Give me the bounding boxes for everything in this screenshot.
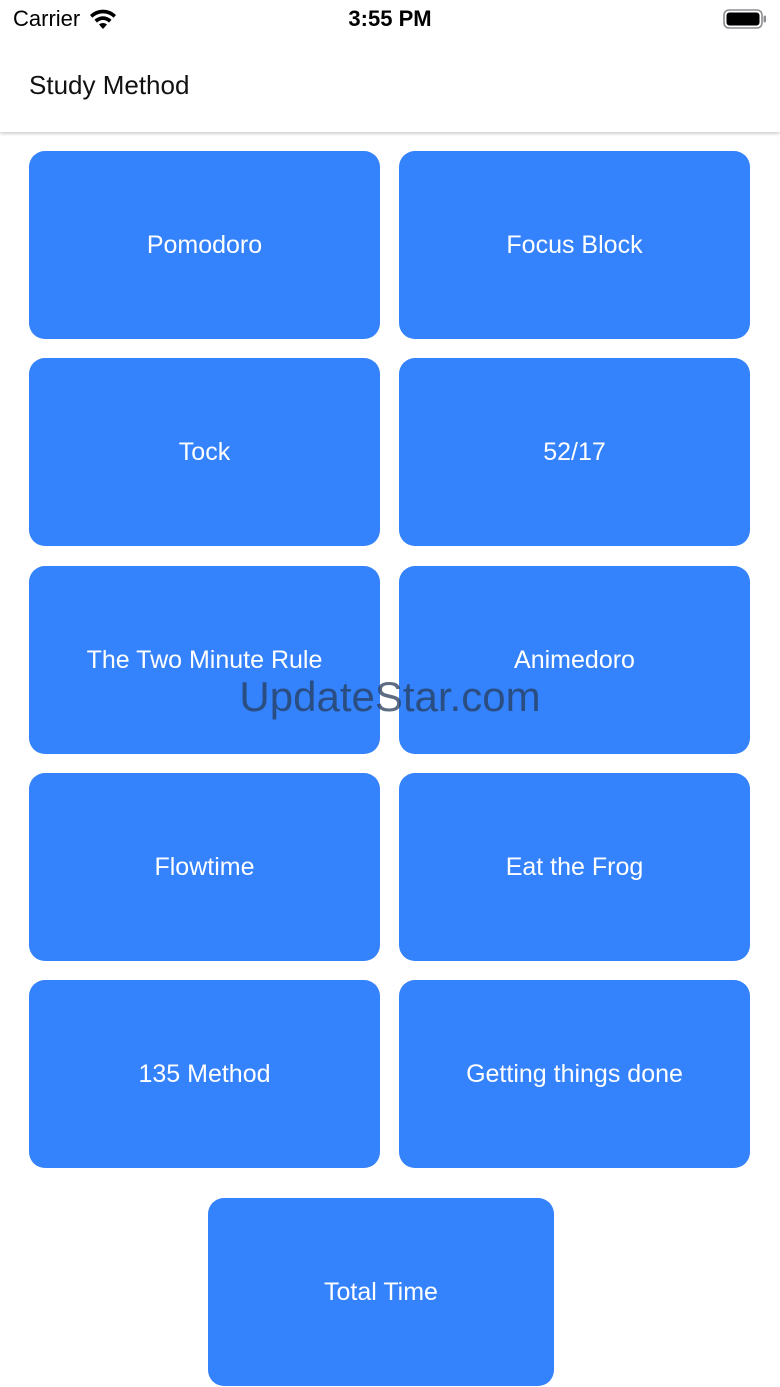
navigation-bar: Study Method (0, 38, 780, 132)
135-method-button[interactable]: 135 Method (29, 980, 380, 1168)
study-method-screen: Carrier 3:55 PM Study Method Pomodoro Fo… (0, 0, 780, 1387)
pomodoro-button[interactable]: Pomodoro (29, 151, 380, 339)
two-minute-rule-button[interactable]: The Two Minute Rule (29, 566, 380, 754)
animedoro-button[interactable]: Animedoro (399, 566, 750, 754)
status-bar: Carrier 3:55 PM (0, 0, 780, 38)
flowtime-button[interactable]: Flowtime (29, 773, 380, 961)
total-time-button[interactable]: Total Time (208, 1198, 554, 1386)
52-17-button[interactable]: 52/17 (399, 358, 750, 546)
battery-icon (723, 9, 766, 29)
getting-things-done-button[interactable]: Getting things done (399, 980, 750, 1168)
page-title: Study Method (29, 70, 190, 100)
tock-button[interactable]: Tock (29, 358, 380, 546)
status-time: 3:55 PM (348, 6, 432, 31)
eat-the-frog-button[interactable]: Eat the Frog (399, 773, 750, 961)
focus-block-button[interactable]: Focus Block (399, 151, 750, 339)
